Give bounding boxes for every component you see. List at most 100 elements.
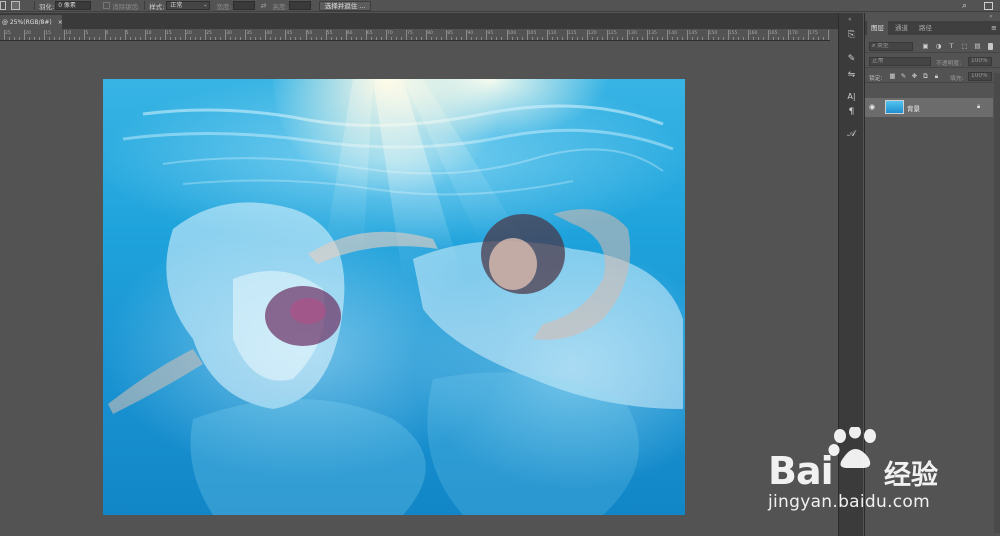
swap-dimensions-icon[interactable]: ⇄ <box>261 2 267 10</box>
layer-name[interactable]: 背景 <box>907 103 920 113</box>
ruler-minor-tick <box>712 37 714 40</box>
panel-scrollbar[interactable] <box>994 73 1000 533</box>
eye-icon[interactable]: ◉ <box>869 103 875 111</box>
width-input[interactable] <box>232 1 255 10</box>
ruler-tick-label: 105 <box>527 31 537 36</box>
ruler-minor-tick <box>571 37 573 40</box>
ruler-minor-tick <box>556 37 558 40</box>
paragraph-icon[interactable]: ¶ <box>845 106 858 118</box>
ruler-tick-label: 45 <box>286 31 293 36</box>
filter-kind-select[interactable]: ⌕ 类型 <box>869 42 913 51</box>
antialias-checkbox[interactable] <box>103 2 111 9</box>
ruler-tick <box>466 30 468 40</box>
blend-mode-select[interactable]: 正常 <box>869 57 931 66</box>
character-icon[interactable]: A| <box>845 91 858 103</box>
ruler-tick <box>184 30 186 40</box>
ruler-tick-label: 120 <box>587 31 597 36</box>
ruler-tick <box>808 30 809 40</box>
layer-row[interactable]: ◉ 背景 🔒︎ <box>865 98 993 117</box>
ruler-minor-tick <box>823 37 825 40</box>
select-and-mask-button[interactable]: 选择并遮住 ... <box>318 0 372 11</box>
shape-filter-icon[interactable]: ⬚ <box>961 43 968 50</box>
tab-layers[interactable]: 图层 <box>867 21 888 35</box>
ruler-tick <box>546 30 548 40</box>
ruler-tick-label: 100 <box>507 31 517 36</box>
adjustment-filter-icon[interactable]: ◑ <box>935 43 942 50</box>
opacity-input[interactable]: 100% <box>968 57 992 66</box>
tab-paths[interactable]: 路径 <box>915 21 936 35</box>
pixel-filter-icon[interactable]: ▣ <box>922 43 929 50</box>
lock-artboard-icon[interactable]: ⧉ <box>922 73 929 80</box>
lock-transparent-icon[interactable]: ▦ <box>889 73 896 80</box>
ruler-tick <box>627 30 629 40</box>
document-tab[interactable]: @ 25%(RGB/8#) × <box>0 15 63 29</box>
options-bar: 羽化: 0 像素 消除锯齿 样式: 正常 ⌄ 宽度: ⇄ 高度: 选择并遮住 .… <box>0 0 1000 12</box>
ruler-minor-tick <box>496 37 498 40</box>
ruler-minor-tick <box>637 37 639 40</box>
ruler-tick-label: 135 <box>648 31 657 36</box>
lock-image-icon[interactable]: ✎ <box>900 73 907 80</box>
fill-input[interactable]: 100% <box>968 72 992 81</box>
ruler-tick <box>727 30 729 40</box>
ruler-tick-label: 25 <box>206 31 212 36</box>
ruler-minor-tick <box>762 37 764 40</box>
paw-logo-icon <box>828 427 876 468</box>
ruler-tick <box>245 30 247 40</box>
history-icon[interactable]: ⎘ <box>845 29 858 41</box>
ruler-tick <box>406 30 407 40</box>
ruler-tick-label: 65 <box>366 31 373 36</box>
ruler-minor-tick <box>400 37 402 40</box>
ruler-minor-tick <box>179 37 181 40</box>
ruler-tick-label: 180 <box>829 31 830 36</box>
workspace-icon[interactable] <box>984 2 993 10</box>
marquee-tool-icon[interactable] <box>0 1 6 10</box>
feather-input[interactable]: 0 像素 <box>55 1 92 10</box>
tab-channels[interactable]: 通道 <box>891 21 912 35</box>
ruler-minor-tick <box>772 37 774 40</box>
ruler-minor-tick <box>441 37 443 40</box>
ruler-minor-tick <box>451 37 453 40</box>
filter-kind-value: 类型 <box>877 43 889 49</box>
document-image[interactable] <box>103 79 685 515</box>
ruler-minor-tick <box>260 37 262 40</box>
lock-all-icon[interactable]: 🔒︎ <box>933 73 940 80</box>
height-input[interactable] <box>288 1 311 10</box>
ruler-tick-label: 20 <box>185 31 192 36</box>
ruler-tick <box>647 30 649 40</box>
smart-object-filter-icon[interactable]: ▤ <box>974 43 981 50</box>
glyphs-icon[interactable]: 𝒜 <box>845 128 858 140</box>
ruler-tick-label: 70 <box>386 31 393 36</box>
ruler-minor-tick <box>456 37 458 40</box>
style-select[interactable]: 正常 ⌄ <box>166 1 211 10</box>
blend-row: 正常 不透明度: 100% <box>865 55 1000 68</box>
ruler-minor-tick <box>169 37 171 40</box>
document-tab-title: @ 25%(RGB/8#) <box>2 18 52 26</box>
layer-thumbnail <box>885 100 904 114</box>
ruler-tick <box>687 30 689 40</box>
panel-collapse-icon[interactable]: » <box>989 13 993 20</box>
filter-toggle[interactable] <box>988 43 993 50</box>
ruler-tick <box>205 30 206 40</box>
close-icon[interactable]: × <box>58 19 63 26</box>
adjust-icon[interactable]: ⇋ <box>845 69 858 81</box>
brush-settings-icon[interactable]: ✎ <box>845 53 858 65</box>
ruler-minor-tick <box>662 37 664 40</box>
panel-menu-icon[interactable]: ≡ <box>991 24 997 32</box>
ruler-minor-tick <box>591 37 593 40</box>
ruler-minor-tick <box>541 37 543 40</box>
ruler-minor-tick <box>657 37 659 40</box>
ruler-tick <box>787 30 789 40</box>
collapse-panel-icon[interactable]: « <box>848 16 852 23</box>
ruler-tick <box>305 30 307 40</box>
lock-position-icon[interactable]: ✥ <box>911 73 918 80</box>
ruler-tick-label: 30 <box>226 31 232 36</box>
ruler-tick <box>104 30 106 40</box>
ruler-minor-tick <box>411 37 413 40</box>
type-filter-icon[interactable]: T <box>948 43 955 50</box>
baidu-jingyan-watermark: Bai 经验 jingyan.baidu.com <box>766 425 966 520</box>
ruler-minor-tick <box>69 37 71 40</box>
search-icon[interactable]: ⌕ <box>962 1 967 11</box>
ruler-tick <box>767 30 769 40</box>
ruler-tick <box>285 30 287 40</box>
new-selection-icon[interactable] <box>11 1 20 10</box>
